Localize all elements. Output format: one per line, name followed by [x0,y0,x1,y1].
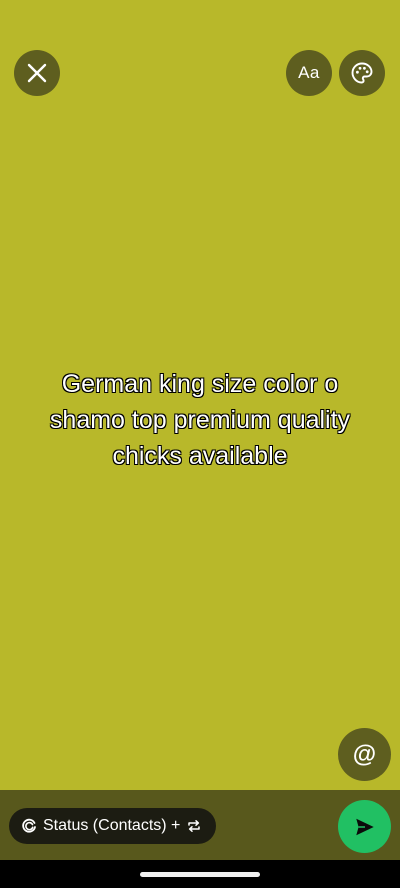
status-text[interactable]: German king size color o shamo top premi… [20,366,380,474]
status-ring-icon [22,818,36,833]
text-style-label: Aa [298,63,320,82]
status-text-line: shamo top premium quality [49,406,351,435]
close-icon [27,63,47,83]
send-icon [355,818,374,835]
status-text-line: chicks available [112,442,288,471]
text-style-button[interactable]: Aa [286,50,332,96]
close-button[interactable] [14,50,60,96]
palette-icon [351,62,373,84]
bottom-bar: Status (Contacts) + [0,790,400,860]
at-icon: @ [352,740,377,768]
status-audience-chip[interactable]: Status (Contacts) + [9,808,217,844]
background-color-button[interactable] [339,50,385,96]
send-button[interactable] [338,800,391,853]
repeat-icon [188,820,201,832]
system-navigation-bar [0,860,400,888]
mention-button[interactable]: @ [338,728,391,781]
status-text-line: German king size color o [61,370,339,399]
home-indicator[interactable] [140,872,260,877]
status-audience-label: Status (Contacts) + [43,817,181,834]
